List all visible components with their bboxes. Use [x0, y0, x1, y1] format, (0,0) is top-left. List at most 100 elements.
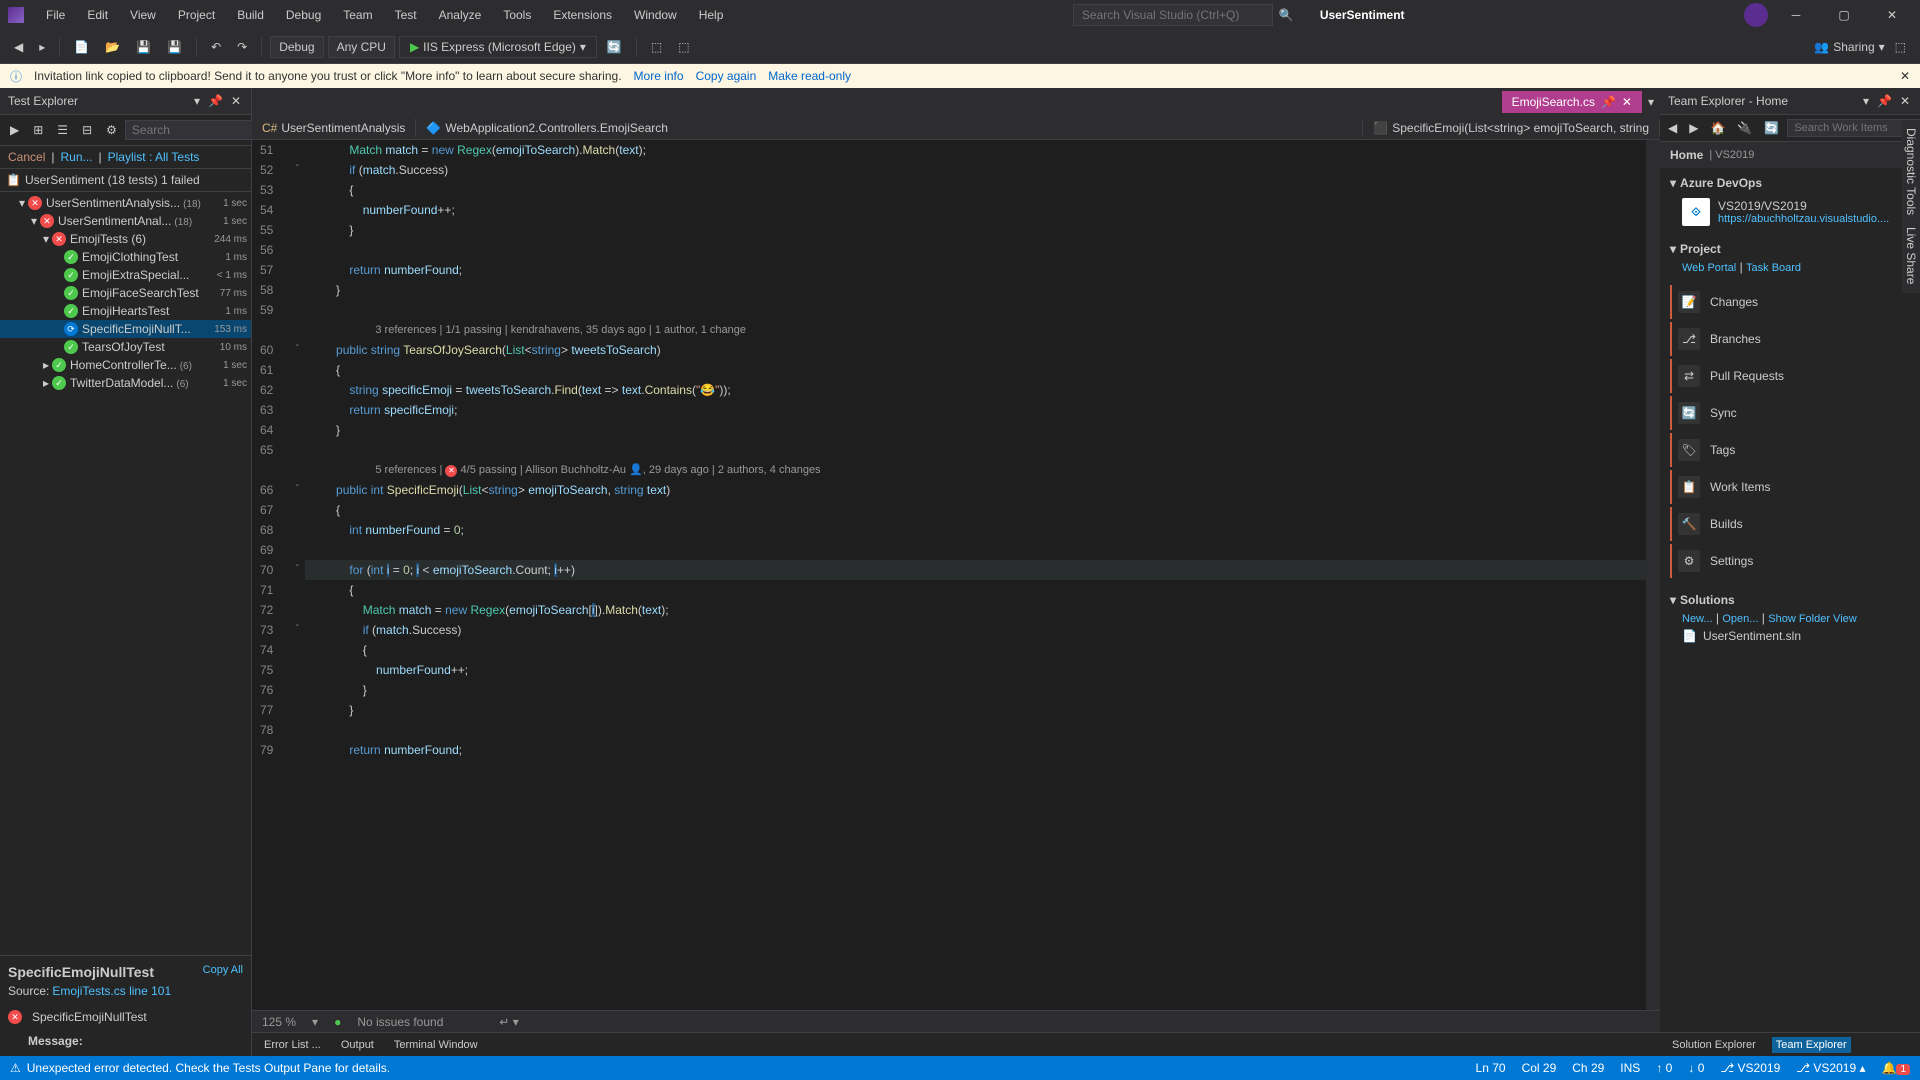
menu-extensions[interactable]: Extensions	[543, 4, 622, 26]
test-row[interactable]: ▾ ✕ UserSentimentAnal...(18) 1 sec	[0, 212, 251, 230]
source-link[interactable]: EmojiTests.cs line 101	[52, 984, 171, 998]
menu-window[interactable]: Window	[624, 4, 687, 26]
more-info-link[interactable]: More info	[634, 69, 684, 83]
menu-project[interactable]: Project	[168, 4, 225, 26]
line-endings-icon[interactable]: ↵ ▾	[499, 1015, 518, 1029]
undo-icon[interactable]: ↶	[205, 36, 227, 58]
diagnostic-tools-tab[interactable]: Diagnostic Tools	[1904, 128, 1918, 215]
menu-tools[interactable]: Tools	[493, 4, 541, 26]
insert-mode[interactable]: INS	[1620, 1061, 1640, 1075]
new-project-icon[interactable]: 📄	[68, 36, 95, 58]
back-icon[interactable]: ◀	[1664, 119, 1681, 137]
solution-explorer-tab[interactable]: Solution Explorer	[1668, 1037, 1760, 1053]
forward-icon[interactable]: ▶	[1685, 119, 1702, 137]
close-panel-icon[interactable]: ✕	[229, 92, 243, 110]
dropdown-icon[interactable]: ▾	[1861, 92, 1871, 110]
make-readonly-link[interactable]: Make read-only	[768, 69, 851, 83]
menu-test[interactable]: Test	[385, 4, 427, 26]
test-row[interactable]: ✓ EmojiHeartsTest 1 ms	[0, 302, 251, 320]
tab-pin-icon[interactable]: 📌	[1601, 95, 1616, 109]
tile-tags[interactable]: 🏷Tags	[1670, 433, 1910, 467]
test-row[interactable]: ⟳ SpecificEmojiNullT... 153 ms	[0, 320, 251, 338]
refresh-icon[interactable]: 🔄	[601, 36, 628, 58]
nav-back-icon[interactable]: ◀	[8, 36, 29, 58]
playlist-action[interactable]: Playlist : All Tests	[108, 150, 200, 164]
menu-team[interactable]: Team	[333, 4, 382, 26]
close-button[interactable]: ✕	[1872, 3, 1912, 27]
menu-help[interactable]: Help	[689, 4, 734, 26]
tile-sync[interactable]: 🔄Sync	[1670, 396, 1910, 430]
project-section[interactable]: ▾ Project	[1670, 238, 1910, 260]
run-button[interactable]: ▶ IIS Express (Microsoft Edge) ▾	[399, 36, 597, 58]
col-number[interactable]: Col 29	[1522, 1061, 1557, 1075]
breadcrumb-class[interactable]: 🔷WebApplication2.Controllers.EmojiSearch	[416, 119, 1363, 137]
open-icon[interactable]: 📂	[99, 36, 126, 58]
copy-all-link[interactable]: Copy All	[203, 964, 243, 976]
editor-tab-active[interactable]: EmojiSearch.cs 📌 ✕	[1502, 91, 1642, 113]
team-explorer-tab[interactable]: Team Explorer	[1772, 1037, 1851, 1053]
branch-2[interactable]: ⎇ VS2019 ▴	[1796, 1061, 1865, 1075]
tab-close-icon[interactable]: ✕	[1622, 95, 1632, 109]
global-search-input[interactable]	[1073, 4, 1273, 26]
save-icon[interactable]: 💾	[130, 36, 157, 58]
tile-builds[interactable]: 🔨Builds	[1670, 507, 1910, 541]
settings-icon[interactable]: ⚙	[100, 119, 123, 141]
azure-url-link[interactable]: https://abuchholtzau.visualstudio....	[1718, 213, 1889, 225]
run-all-icon[interactable]: ▶	[4, 119, 25, 141]
test-row[interactable]: ✓ TearsOfJoyTest 10 ms	[0, 338, 251, 356]
menu-analyze[interactable]: Analyze	[429, 4, 492, 26]
connect-icon[interactable]: 🔌	[1733, 119, 1756, 137]
user-avatar-icon[interactable]	[1744, 3, 1768, 27]
char-number[interactable]: Ch 29	[1572, 1061, 1604, 1075]
home-header[interactable]: Home | VS2019 ▾	[1660, 142, 1920, 168]
maximize-button[interactable]: ▢	[1824, 3, 1864, 27]
test-row[interactable]: ▸ ✓ TwitterDataModel...(6) 1 sec	[0, 374, 251, 392]
search-icon[interactable]: 🔍	[1273, 4, 1300, 26]
zoom-level[interactable]: 125 %	[262, 1015, 296, 1029]
error-list-tab[interactable]: Error List ...	[260, 1037, 325, 1053]
test-row[interactable]: ▾ ✕ EmojiTests (6) 244 ms	[0, 230, 251, 248]
test-row[interactable]: ▸ ✓ HomeControllerTe...(6) 1 sec	[0, 356, 251, 374]
output-tab[interactable]: Output	[337, 1037, 378, 1053]
config-dropdown[interactable]: Debug	[270, 36, 323, 58]
home-icon[interactable]: 🏠	[1706, 119, 1729, 137]
test-row[interactable]: ✓ EmojiClothingTest 1 ms	[0, 248, 251, 266]
sync-down[interactable]: ↓ 0	[1688, 1061, 1704, 1075]
line-number[interactable]: Ln 70	[1476, 1061, 1506, 1075]
refresh-icon[interactable]: 🔄	[1760, 119, 1783, 137]
solution-file[interactable]: 📄 UserSentiment.sln	[1670, 625, 1910, 647]
open-sln-link[interactable]: Open...	[1722, 613, 1758, 625]
step-over-icon[interactable]: ⬚	[672, 36, 695, 58]
menu-build[interactable]: Build	[227, 4, 274, 26]
work-items-search[interactable]	[1787, 119, 1920, 137]
step-icon[interactable]: ⬚	[645, 36, 668, 58]
menu-debug[interactable]: Debug	[276, 4, 331, 26]
menu-edit[interactable]: Edit	[77, 4, 118, 26]
run-action[interactable]: Run...	[60, 150, 92, 164]
folder-view-link[interactable]: Show Folder View	[1768, 613, 1856, 625]
test-row[interactable]: ▾ ✕ UserSentimentAnalysis...(18) 1 sec	[0, 194, 251, 212]
breadcrumb-method[interactable]: ⬛SpecificEmoji(List<string> emojiToSearc…	[1363, 119, 1660, 137]
code-editor[interactable]: 51525354555657585960616263646566676869💡7…	[252, 140, 1660, 1010]
nav-forward-icon[interactable]: ▸	[33, 36, 51, 58]
new-sln-link[interactable]: New...	[1682, 613, 1713, 625]
task-board-link[interactable]: Task Board	[1746, 262, 1801, 274]
azure-project-name[interactable]: VS2019/VS2019	[1718, 199, 1889, 213]
tile-work-items[interactable]: 📋Work Items	[1670, 470, 1910, 504]
sharing-button[interactable]: 👥 Sharing ▾	[1814, 40, 1884, 54]
breadcrumb-project[interactable]: C#UserSentimentAnalysis	[252, 119, 416, 137]
close-panel-icon[interactable]: ✕	[1898, 92, 1912, 110]
live-share-tab[interactable]: Live Share	[1904, 227, 1918, 284]
hierarchy-icon[interactable]: ⊟	[76, 119, 98, 141]
terminal-tab[interactable]: Terminal Window	[390, 1037, 482, 1053]
notifications[interactable]: 🔔1	[1881, 1061, 1910, 1075]
tile-changes[interactable]: 📝Changes	[1670, 285, 1910, 319]
info-close-icon[interactable]: ✕	[1900, 69, 1910, 83]
test-row[interactable]: ✓ EmojiExtraSpecial... < 1 ms	[0, 266, 251, 284]
pin-icon[interactable]: 📌	[206, 92, 225, 110]
dropdown-icon[interactable]: ▾	[192, 92, 202, 110]
tile-settings[interactable]: ⚙Settings	[1670, 544, 1910, 578]
sync-up[interactable]: ↑ 0	[1656, 1061, 1672, 1075]
status-error-text[interactable]: Unexpected error detected. Check the Tes…	[27, 1061, 390, 1075]
tile-branches[interactable]: ⎇Branches	[1670, 322, 1910, 356]
